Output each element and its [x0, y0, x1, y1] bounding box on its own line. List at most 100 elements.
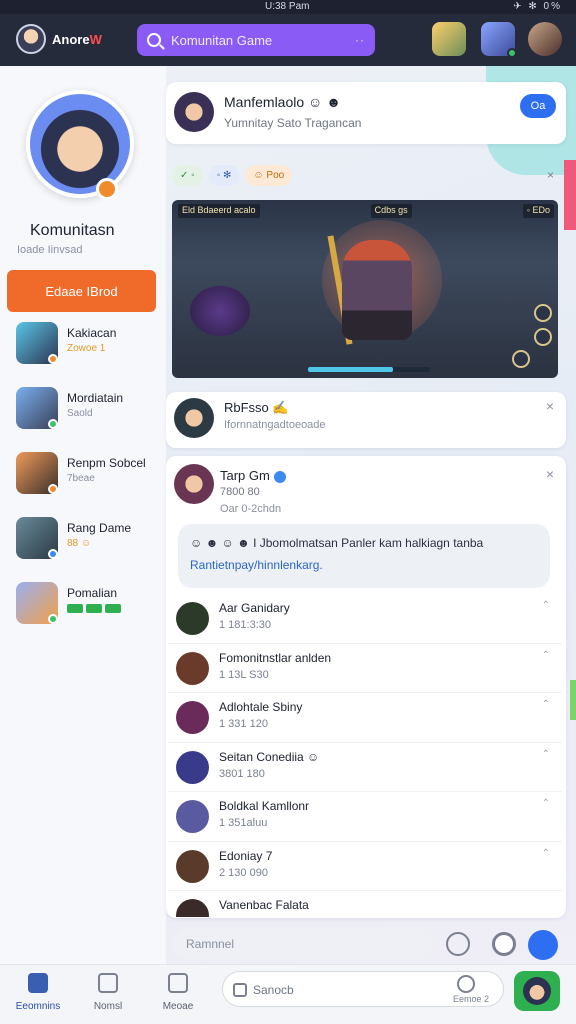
tag-row: ✓ ◦ ◦ ✻ ☺ Poo [172, 165, 293, 186]
nav-label: Nomsl [93, 1001, 123, 1012]
tag-chip[interactable]: ☺ Poo [245, 165, 293, 186]
comment-text: Ifornnatngadtoeoade [224, 419, 326, 431]
reply-bar [166, 924, 566, 964]
more-icon[interactable]: ⌃ [542, 749, 550, 760]
compose-bar[interactable]: Eemoe 2 [222, 971, 504, 1007]
search-bar[interactable]: ·· [137, 24, 375, 56]
more-icon[interactable]: ⌃ [542, 699, 550, 710]
thread-name: Adlohtale Sbiny [219, 700, 303, 714]
brand-name: Anore [52, 32, 90, 47]
friend-item[interactable]: Pomalian [16, 582, 156, 647]
skill-icon [534, 304, 552, 322]
search-input[interactable] [171, 32, 355, 48]
emoji-icon[interactable] [457, 975, 475, 993]
brand-flame: W [89, 32, 102, 47]
profile-avatar[interactable] [26, 90, 134, 198]
message-link[interactable]: Rantietnpay/hinnlenkarg. [190, 558, 538, 572]
thread-name: Vanenbac Falata [219, 898, 309, 912]
more-icon[interactable]: ⌃ [542, 600, 550, 611]
header-avatar-1[interactable] [432, 22, 466, 56]
commenter-avatar[interactable] [174, 398, 214, 438]
more-icon[interactable]: ·· [355, 33, 365, 47]
friend-item[interactable]: Mordiatain Saold [16, 387, 156, 452]
profile-button[interactable] [514, 971, 560, 1011]
health-bar [308, 367, 430, 372]
chat-avatar[interactable] [174, 464, 214, 504]
skill-icon [534, 328, 552, 346]
thread-avatar [176, 602, 209, 635]
compose-input[interactable] [253, 980, 403, 1000]
image-icon [168, 973, 188, 993]
status-dot [48, 549, 58, 559]
record-icon[interactable] [492, 932, 516, 956]
tag-chip[interactable]: ✓ ◦ [172, 165, 203, 186]
list-item[interactable]: Vanenbac Falata [168, 891, 562, 917]
chat-meta: 7800 80 [220, 486, 260, 498]
nav-news[interactable]: Nomsl [78, 973, 138, 1012]
message-text: ☺ ☻ ☺ ☻ I Jbomolmatsan Panler kam halkia… [190, 536, 484, 550]
list-item[interactable]: Boldkal Kamllonr 1 351aluu ⌃ [168, 792, 562, 842]
list-item[interactable]: Edoniay 7 2 130 090 ⌃ [168, 842, 562, 891]
nav-label: Meoae [162, 1001, 194, 1012]
bottom-nav: Eeomnins Nomsl Meoae Eemoe 2 [0, 964, 576, 1024]
more-icon[interactable]: ⌃ [542, 848, 550, 859]
search-icon [147, 33, 161, 47]
friend-item[interactable]: Renpm Sobcel 7beae [16, 452, 156, 517]
post-header-card: Manfemlaolo ☺ ☻ Yumnitay Sato Tragancan … [166, 82, 566, 144]
tag-chip[interactable]: ◦ ✻ [208, 165, 240, 186]
thread-avatar [176, 701, 209, 734]
friend-item[interactable]: Kakiacan Zowoe 1 [16, 322, 156, 387]
thread-avatar [176, 651, 209, 685]
left-panel: Komunitasn Ioade Iinvsad Edaae IBrod Kak… [0, 66, 166, 966]
friend-item[interactable]: Rang Dame 88 ☺ [16, 517, 156, 582]
top-header: AnoreW ·· [0, 14, 576, 66]
nav-home[interactable]: Eeomnins [8, 973, 68, 1012]
hud-left: Eld Bdaeerd acalo [178, 204, 260, 218]
list-item[interactable]: Seitan Conediia ☺ 3801 180 ⌃ [168, 743, 562, 792]
header-avatar-3[interactable] [528, 22, 562, 56]
game-screenshot[interactable]: Eld Bdaeerd acalo Cdbs gs ◦ EDo [172, 200, 558, 378]
thread-avatar [176, 800, 209, 833]
app-brand: AnoreW [52, 32, 102, 47]
avatar[interactable] [16, 24, 46, 54]
author-avatar[interactable] [174, 92, 214, 132]
reply-input[interactable] [172, 928, 434, 960]
join-button[interactable]: Oa [520, 94, 556, 118]
list-item[interactable]: Adlohtale Sbiny 1 331 120 ⌃ [168, 693, 562, 743]
status-icons: ✈ ✻ 0% [513, 1, 562, 12]
online-badge [507, 48, 517, 58]
compose-label: Eemoe 2 [452, 994, 489, 1004]
list-item[interactable]: Fomonitnstlar anlden 1 13L S30 ⌃ [168, 644, 562, 693]
thread-meta: 3801 180 [219, 767, 265, 780]
header-avatar-2[interactable] [481, 22, 517, 58]
chat-name-text: Tarp Gm [220, 468, 270, 483]
chat-card: Tarp Gm 7800 80 Oar 0-2chdn × ☺ ☻ ☺ ☻ I … [166, 456, 566, 918]
thread-avatar [176, 899, 209, 917]
thread-meta: 1 351aluu [219, 817, 268, 829]
status-dot [48, 354, 58, 364]
close-icon[interactable]: × [546, 466, 554, 482]
more-icon[interactable]: ⌃ [542, 798, 550, 809]
verified-icon [273, 470, 286, 483]
status-dot [48, 614, 58, 624]
thread-name: Boldkal Kamllonr [219, 799, 310, 813]
follow-button[interactable]: Edaae IBrod [7, 270, 156, 312]
close-icon[interactable]: × [546, 398, 554, 414]
comment-card: RbFsso ✍ Ifornnatngadtoeoade × [166, 392, 566, 448]
close-icon[interactable]: × [547, 168, 554, 182]
badge [105, 604, 121, 613]
friend-status: 7beae [67, 473, 95, 484]
status-dot [48, 484, 58, 494]
background-stripe [564, 160, 576, 230]
hud-right: ◦ EDo [522, 204, 554, 218]
profile-subtitle: Ioade Iinvsad [17, 244, 83, 256]
thread-name: Aar Ganidary [219, 601, 290, 615]
message-bubble: ☺ ☻ ☺ ☻ I Jbomolmatsan Panler kam halkia… [178, 524, 550, 588]
nav-media[interactable]: Meoae [148, 973, 208, 1012]
send-icon[interactable] [528, 930, 558, 960]
emoji-icon[interactable] [446, 932, 470, 956]
more-icon[interactable]: ⌃ [542, 650, 550, 661]
skill-icon [512, 350, 530, 368]
list-item[interactable]: Aar Ganidary 1 181:3:30 ⌃ [168, 594, 562, 644]
friend-list: Kakiacan Zowoe 1 Mordiatain Saold Renpm … [16, 322, 156, 647]
